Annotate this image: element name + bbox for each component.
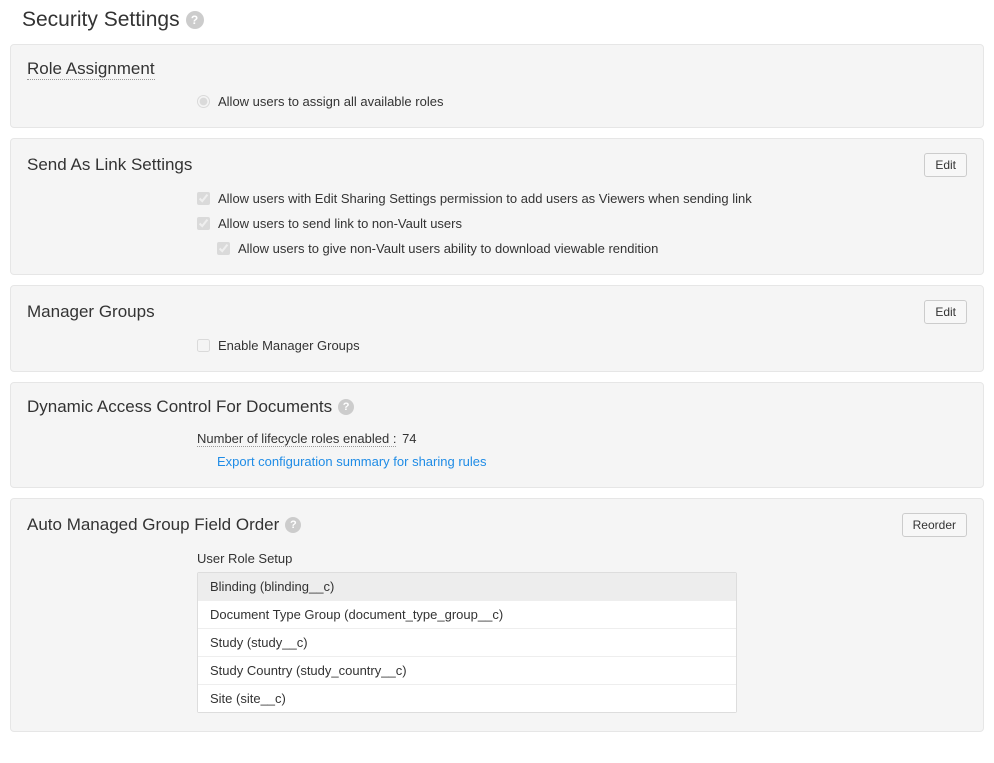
dac-count-value: 74: [402, 431, 416, 446]
send-link-label-3: Allow users to give non-Vault users abil…: [238, 241, 658, 256]
send-as-link-title-text: Send As Link Settings: [27, 155, 192, 175]
manager-groups-title-text: Manager Groups: [27, 302, 155, 322]
help-icon[interactable]: ?: [285, 517, 301, 533]
auto-group-title: Auto Managed Group Field Order ?: [27, 515, 301, 535]
help-icon[interactable]: ?: [338, 399, 354, 415]
send-as-link-title: Send As Link Settings: [27, 155, 192, 175]
send-link-label-1: Allow users with Edit Sharing Settings p…: [218, 191, 752, 206]
send-link-checkbox-1: [197, 192, 210, 205]
table-row: Site (site__c): [198, 685, 736, 712]
panel-send-as-link: Send As Link Settings Edit Allow users w…: [10, 138, 984, 275]
send-link-checkbox-3: [217, 242, 230, 255]
dac-title: Dynamic Access Control For Documents ?: [27, 397, 354, 417]
role-assignment-title-text: Role Assignment: [27, 59, 155, 80]
panel-role-assignment: Role Assignment Allow users to assign al…: [10, 44, 984, 128]
dac-title-text: Dynamic Access Control For Documents: [27, 397, 332, 417]
table-row: Study (study__c): [198, 629, 736, 657]
role-assignment-radio: [197, 95, 210, 108]
page-title-text: Security Settings: [22, 8, 180, 32]
send-link-checkbox-2: [197, 217, 210, 230]
role-assignment-option-label: Allow users to assign all available role…: [218, 94, 443, 109]
panel-dynamic-access-control: Dynamic Access Control For Documents ? N…: [10, 382, 984, 488]
field-table-label: User Role Setup: [197, 551, 967, 566]
table-row: Document Type Group (document_type_group…: [198, 601, 736, 629]
table-row: Blinding (blinding__c): [198, 573, 736, 601]
role-assignment-title: Role Assignment: [27, 59, 155, 80]
page-title: Security Settings ?: [22, 8, 984, 32]
reorder-button[interactable]: Reorder: [902, 513, 967, 537]
send-as-link-edit-button[interactable]: Edit: [924, 153, 967, 177]
dac-count-label: Number of lifecycle roles enabled :: [197, 431, 396, 447]
dac-export-link[interactable]: Export configuration summary for sharing…: [217, 454, 487, 469]
table-row: Study Country (study_country__c): [198, 657, 736, 685]
manager-groups-edit-button[interactable]: Edit: [924, 300, 967, 324]
manager-groups-checkbox: [197, 339, 210, 352]
manager-groups-title: Manager Groups: [27, 302, 155, 322]
send-link-label-2: Allow users to send link to non-Vault us…: [218, 216, 462, 231]
panel-manager-groups: Manager Groups Edit Enable Manager Group…: [10, 285, 984, 372]
auto-group-title-text: Auto Managed Group Field Order: [27, 515, 279, 535]
field-order-table: Blinding (blinding__c) Document Type Gro…: [197, 572, 737, 713]
panel-auto-managed-group: Auto Managed Group Field Order ? Reorder…: [10, 498, 984, 732]
help-icon[interactable]: ?: [186, 11, 204, 29]
manager-groups-label: Enable Manager Groups: [218, 338, 360, 353]
